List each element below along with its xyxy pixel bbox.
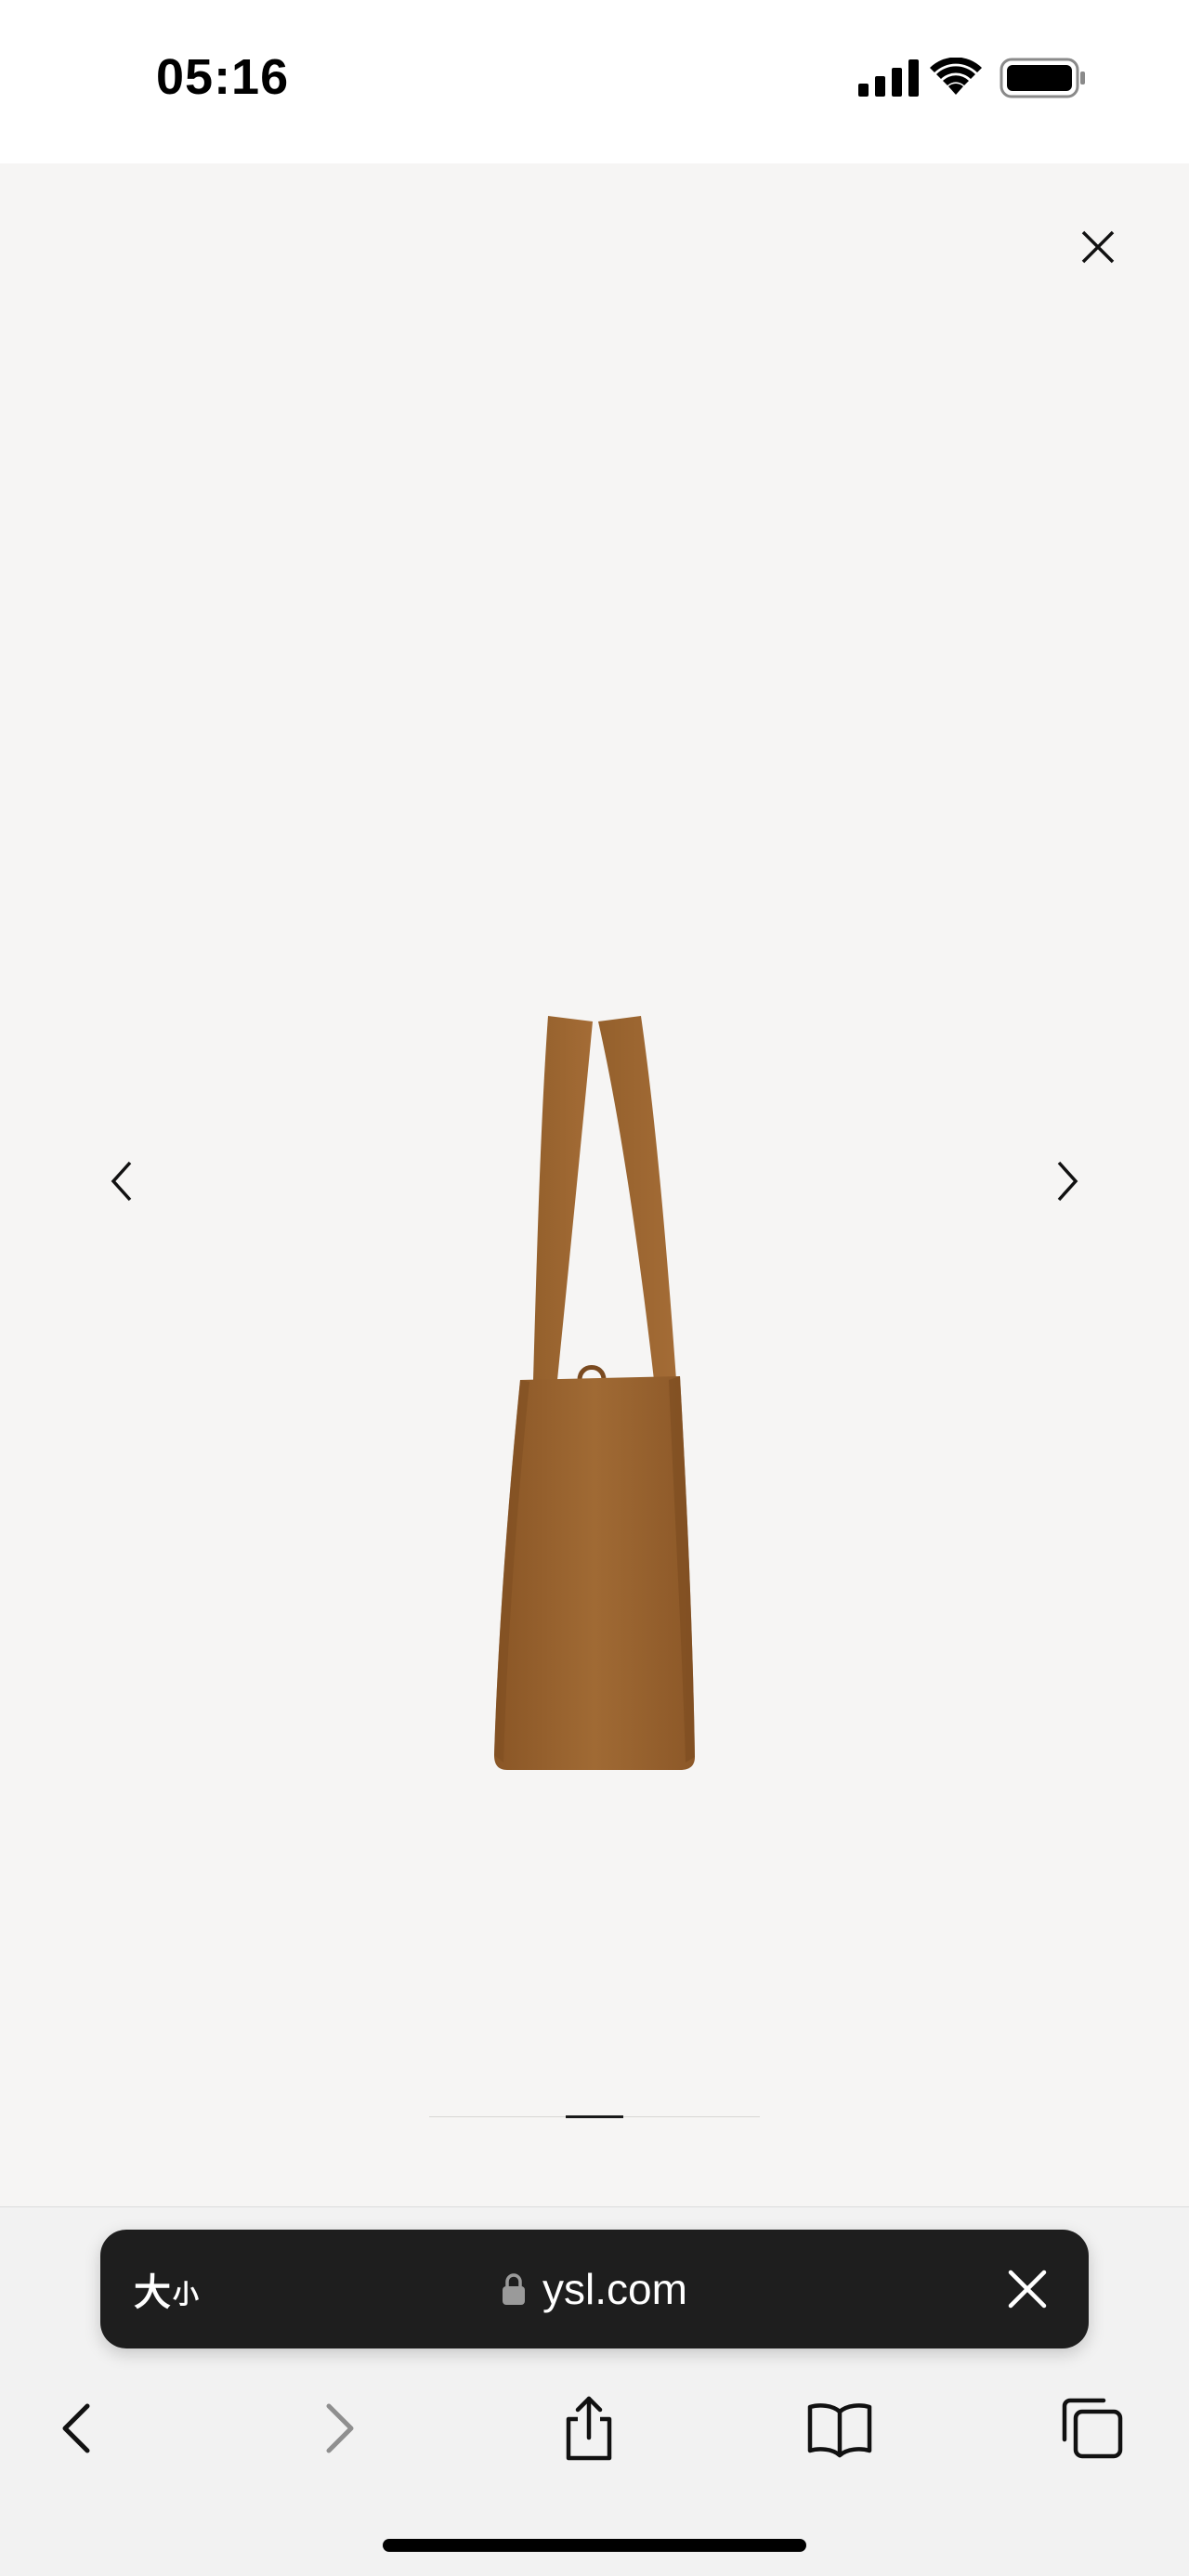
text-size-button[interactable]: 大 小 bbox=[134, 2230, 199, 2348]
share-icon bbox=[566, 2396, 612, 2461]
browser-toolbar bbox=[0, 2374, 1189, 2486]
previous-image-button[interactable] bbox=[104, 1153, 141, 1209]
image-pager bbox=[429, 2115, 760, 2119]
page: 05:16 大 小 ysl.com bbox=[0, 0, 1189, 2576]
forward-icon bbox=[326, 2403, 354, 2453]
wifi-icon bbox=[930, 58, 982, 95]
bookmarks-icon bbox=[807, 2403, 872, 2458]
chevron-left-icon bbox=[111, 1161, 132, 1202]
text-size-large-glyph: 大 bbox=[134, 2272, 171, 2313]
tabs-button[interactable] bbox=[1057, 2393, 1128, 2464]
next-image-button[interactable] bbox=[1048, 1153, 1085, 1209]
status-time: 05:16 bbox=[156, 49, 290, 105]
back-icon bbox=[62, 2403, 90, 2453]
chevron-right-icon bbox=[1057, 1161, 1078, 1202]
url-text[interactable]: ysl.com bbox=[542, 2264, 687, 2314]
text-size-small-glyph: 小 bbox=[173, 2280, 200, 2309]
address-bar[interactable]: 大 小 ysl.com bbox=[100, 2230, 1089, 2348]
close-icon bbox=[1008, 2270, 1047, 2309]
lock-icon bbox=[503, 2273, 526, 2305]
pager-current-indicator bbox=[566, 2115, 623, 2118]
back-button[interactable] bbox=[45, 2393, 115, 2464]
home-indicator[interactable] bbox=[383, 2539, 806, 2552]
forward-button[interactable] bbox=[303, 2393, 373, 2464]
product-image bbox=[494, 1016, 695, 1770]
address-bar-close-button[interactable] bbox=[1007, 2269, 1048, 2309]
url-display: ysl.com bbox=[100, 2230, 1089, 2348]
close-icon bbox=[1081, 230, 1115, 264]
bookmarks-button[interactable] bbox=[804, 2393, 875, 2464]
close-viewer-button[interactable] bbox=[1074, 223, 1122, 271]
tabs-icon bbox=[1062, 2398, 1123, 2459]
image-viewer bbox=[0, 163, 1189, 2206]
battery-icon bbox=[1000, 58, 1085, 98]
share-button[interactable] bbox=[554, 2393, 624, 2464]
status-bar: 05:16 bbox=[0, 0, 1189, 163]
browser-bottom-bar: 大 小 ysl.com bbox=[0, 2206, 1189, 2576]
cellular-signal-icon bbox=[858, 59, 919, 97]
